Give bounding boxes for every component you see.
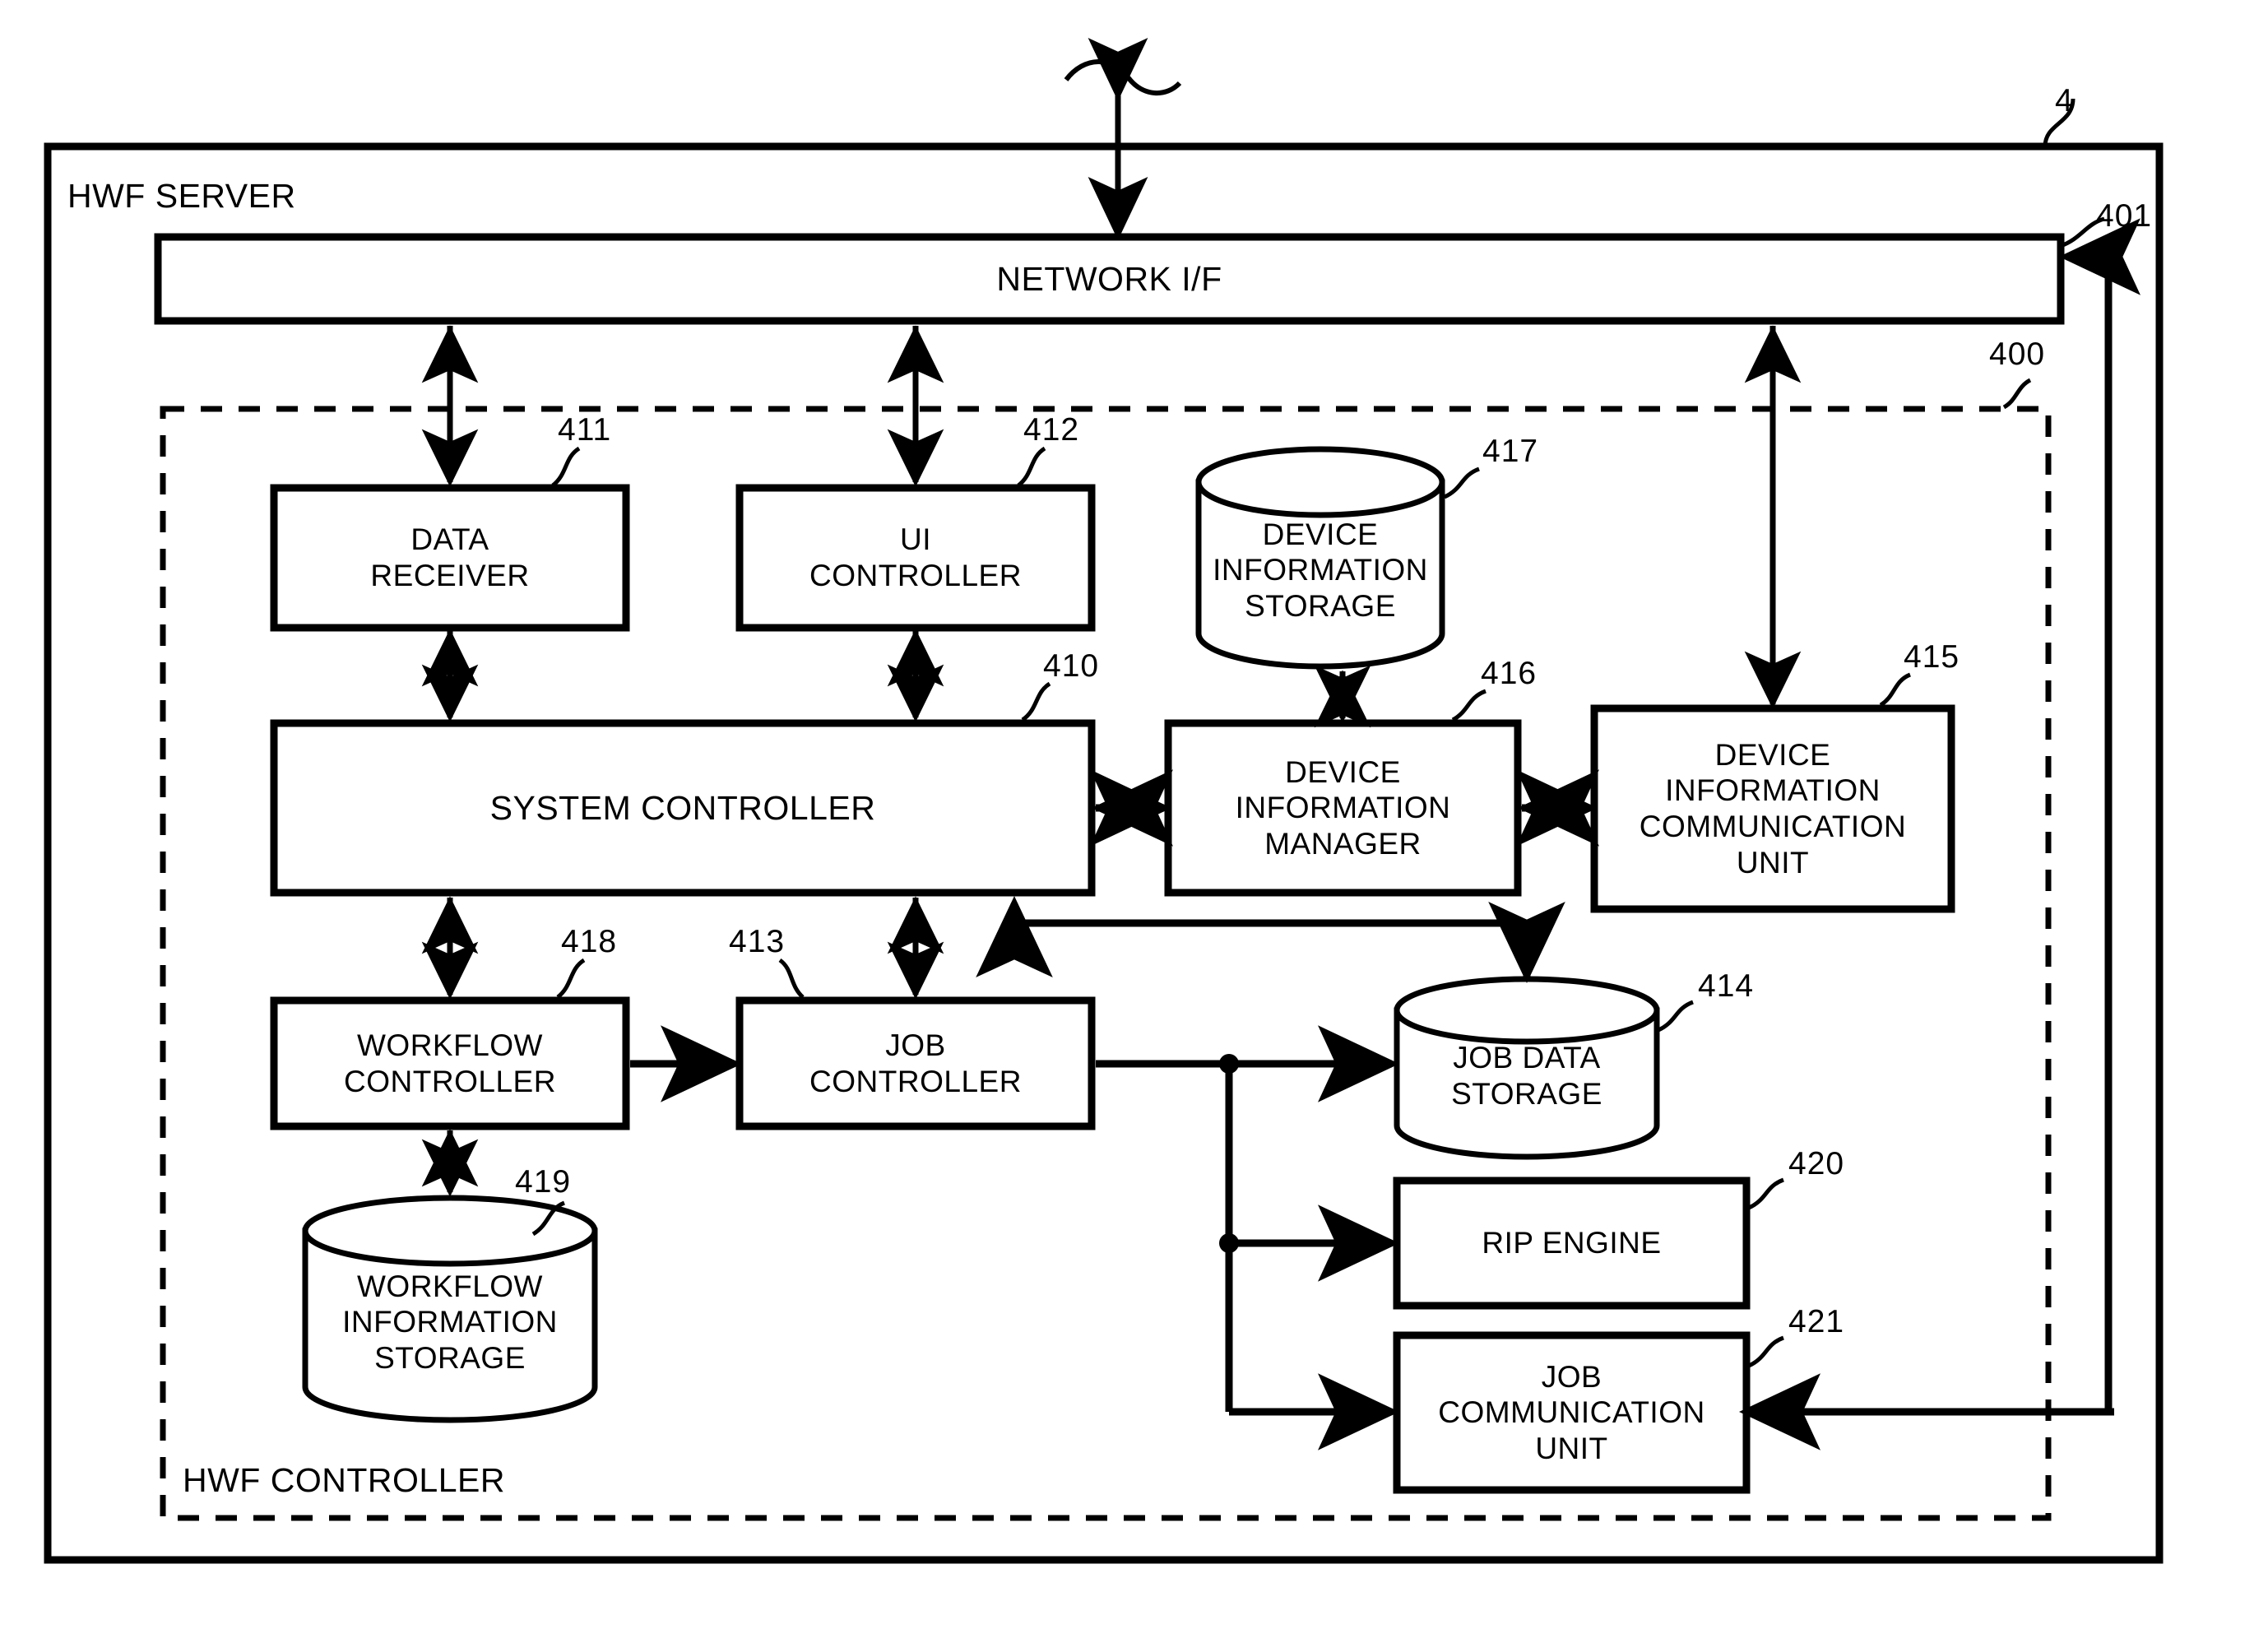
hwf-controller-label: HWF CONTROLLER (183, 1461, 505, 1499)
hwf-server-label: HWF SERVER (67, 177, 296, 215)
ref-417: 417 (1482, 434, 1539, 469)
device-information-storage-label: DEVICE INFORMATION STORAGE (1213, 517, 1428, 623)
job-communication-unit-label: JOB COMMUNICATION UNIT (1438, 1359, 1705, 1465)
leader-ref-421 (1747, 1335, 1784, 1368)
data-receiver-label: DATA RECEIVER (370, 522, 530, 592)
ref-420: 420 (1788, 1146, 1845, 1181)
workflow-controller-label: WORKFLOW CONTROLLER (344, 1028, 556, 1098)
junction-dot-rip-engine (1219, 1233, 1239, 1253)
device-information-communication-unit-label: DEVICE INFORMATION COMMUNICATION UNIT (1639, 737, 1907, 880)
leader-ref-412 (1017, 446, 1046, 487)
leader-ref-418 (556, 958, 586, 999)
rip-engine-label: RIP ENGINE (1482, 1226, 1662, 1260)
ui-controller-label: UI CONTROLLER (809, 522, 1022, 592)
workflow-information-storage-label: WORKFLOW INFORMATION STORAGE (342, 1269, 558, 1375)
ref-421: 421 (1788, 1304, 1845, 1339)
ref-4: 4 (2055, 83, 2074, 118)
ref-415: 415 (1904, 639, 1960, 675)
leader-ref-410 (1021, 681, 1051, 722)
leader-ref-413 (778, 958, 805, 999)
ref-412: 412 (1023, 412, 1080, 448)
network-break-wave-icon (1064, 59, 1182, 96)
job-data-storage-label: JOB DATA STORAGE (1451, 1041, 1602, 1111)
job-controller-label: JOB CONTROLLER (809, 1028, 1022, 1098)
leader-ref-400 (2002, 378, 2032, 410)
device-information-manager-label: DEVICE INFORMATION MANAGER (1235, 754, 1451, 861)
leader-ref-411 (551, 446, 581, 487)
ref-414: 414 (1698, 968, 1755, 1004)
leader-ref-420 (1747, 1177, 1784, 1210)
ref-410: 410 (1043, 648, 1100, 684)
system-controller-label: SYSTEM CONTROLLER (489, 788, 876, 827)
conn-storage-feedback-to-system-controller (976, 896, 1531, 979)
leader-ref-415 (1879, 672, 1912, 708)
ref-400: 400 (1989, 336, 2046, 372)
network-if-label: NETWORK I/F (996, 259, 1222, 298)
conn-system-controller-to-job-data-storage (1010, 902, 1565, 983)
figure-canvas: HWF SERVER 4 HWF CONTROLLER 400 NETWORK … (0, 0, 2268, 1643)
ref-418: 418 (561, 924, 618, 959)
leader-ref-417 (1443, 466, 1480, 499)
ref-401: 401 (2096, 198, 2153, 234)
ref-419: 419 (515, 1164, 572, 1200)
ref-411: 411 (558, 412, 612, 448)
leader-ref-416 (1451, 689, 1486, 722)
ref-416: 416 (1481, 656, 1538, 691)
junction-dot-job-data-storage (1219, 1054, 1239, 1074)
leader-ref-414 (1657, 1000, 1694, 1033)
ref-413: 413 (729, 924, 786, 959)
